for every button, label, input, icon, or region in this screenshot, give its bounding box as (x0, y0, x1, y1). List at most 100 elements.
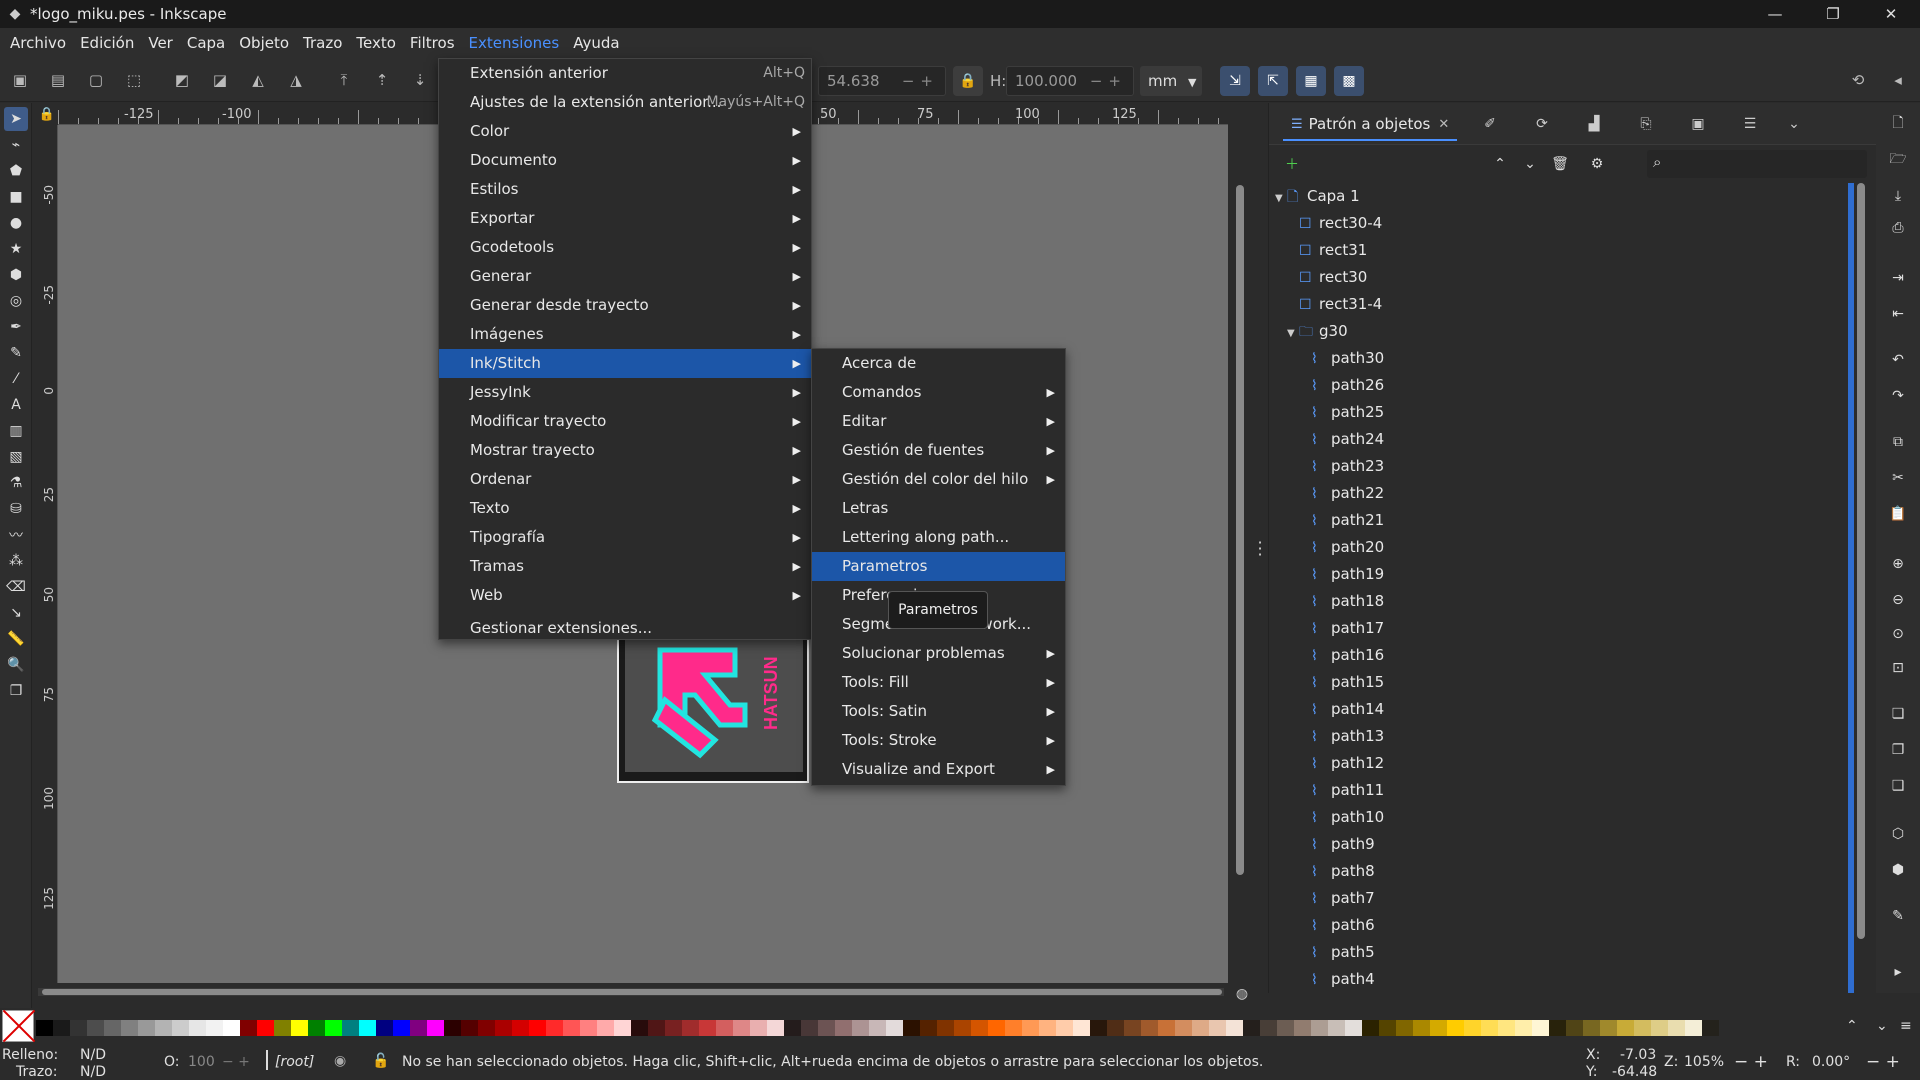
ellipse-tool-icon[interactable]: ● (4, 211, 28, 235)
color-swatch[interactable] (1073, 1020, 1090, 1036)
tree-item-rect[interactable]: ☐ rect30-4 (1287, 210, 1382, 237)
extensions-menu-item[interactable]: Generar desde trayecto ▶ (439, 291, 811, 320)
tree-item-path[interactable]: ⌇ path15 (1299, 669, 1384, 696)
color-swatch[interactable] (1294, 1020, 1311, 1036)
color-swatch[interactable] (954, 1020, 971, 1036)
tree-item-path[interactable]: ⌇ path14 (1299, 696, 1384, 723)
color-swatch[interactable] (784, 1020, 801, 1036)
tree-item-path[interactable]: ⌇ path25 (1299, 399, 1384, 426)
pen-tool-icon[interactable]: ✒ (4, 315, 28, 339)
delete-icon[interactable]: 🗑 (1549, 153, 1571, 175)
ruler-lock-icon[interactable]: 🔒 (36, 103, 58, 125)
tree-item-rect[interactable]: ☐ rect30 (1287, 264, 1367, 291)
group-icon[interactable]: ⬡ (1887, 823, 1909, 845)
select-all-icon[interactable]: ▣ (8, 68, 32, 92)
transform-icon[interactable]: ⟳ (1531, 113, 1553, 135)
color-swatch[interactable] (886, 1020, 903, 1036)
color-swatch[interactable] (1311, 1020, 1328, 1036)
color-swatch[interactable] (1039, 1020, 1056, 1036)
embroidery-artwork[interactable]: HATSUN (617, 640, 809, 783)
zoom-center-icon[interactable]: ⊡ (1887, 657, 1909, 679)
select-all-layers-icon[interactable]: ▤ (46, 68, 70, 92)
redo-icon[interactable]: ↷ (1887, 385, 1909, 407)
text-tool-icon[interactable]: A (4, 393, 28, 417)
extensions-menu-item[interactable]: Estilos ▶ (439, 175, 811, 204)
color-swatch[interactable] (240, 1020, 257, 1036)
color-swatch[interactable] (869, 1020, 886, 1036)
rotation-stepper[interactable]: − + (1866, 1052, 1900, 1072)
color-swatch[interactable] (87, 1020, 104, 1036)
color-swatch[interactable] (325, 1020, 342, 1036)
color-swatch[interactable] (410, 1020, 427, 1036)
scale-stroke-button[interactable]: ⇲ (1220, 66, 1250, 96)
extensions-menu-item[interactable]: Gcodetools ▶ (439, 233, 811, 262)
color-swatch[interactable] (716, 1020, 733, 1036)
color-swatch[interactable] (444, 1020, 461, 1036)
layer-lock-icon[interactable]: 🔓 (372, 1053, 389, 1069)
cut-icon[interactable]: ✂ (1887, 467, 1909, 489)
tree-item-path[interactable]: ⌇ path20 (1299, 534, 1384, 561)
tree-item-path[interactable]: ⌇ path24 (1299, 426, 1384, 453)
color-swatch[interactable] (461, 1020, 478, 1036)
color-swatch[interactable] (682, 1020, 699, 1036)
align-icon[interactable]: ☰ (1739, 113, 1761, 135)
color-swatch[interactable] (1107, 1020, 1124, 1036)
duplicate-icon[interactable]: ❏ (1887, 703, 1909, 725)
unit-select[interactable]: mm ▼ (1140, 66, 1202, 96)
snap-menu-icon[interactable]: ◂ (1886, 68, 1910, 92)
inkstitch-menu-item[interactable]: Comandos ▶ (812, 378, 1065, 407)
color-swatch[interactable] (478, 1020, 495, 1036)
extensions-menu-item[interactable]: Documento ▶ (439, 146, 811, 175)
color-swatch[interactable] (767, 1020, 784, 1036)
color-swatch[interactable] (1515, 1020, 1532, 1036)
menu-extensiones[interactable]: Extensiones (463, 30, 566, 56)
color-swatch[interactable] (359, 1020, 376, 1036)
extensions-menu-item[interactable]: Mostrar trayecto ▶ (439, 436, 811, 465)
color-swatch[interactable] (1447, 1020, 1464, 1036)
color-swatch[interactable] (852, 1020, 869, 1036)
color-swatch[interactable] (546, 1020, 563, 1036)
color-swatch[interactable] (206, 1020, 223, 1036)
close-icon[interactable]: ✕ (1438, 117, 1449, 132)
tree-item-path[interactable]: ⌇ path16 (1299, 642, 1384, 669)
pencil-tool-icon[interactable]: ✎ (4, 341, 28, 365)
import-icon[interactable]: ⇥ (1887, 267, 1909, 289)
expander-icon[interactable]: ▼ (1275, 185, 1287, 212)
tree-item-path[interactable]: ⌇ path13 (1299, 723, 1384, 750)
color-swatch[interactable] (1005, 1020, 1022, 1036)
color-swatch[interactable] (750, 1020, 767, 1036)
inkstitch-menu-item[interactable]: Parametros (812, 552, 1065, 581)
color-swatch[interactable] (1209, 1020, 1226, 1036)
color-swatch[interactable] (1651, 1020, 1668, 1036)
flip-vertical-icon[interactable]: ◮ (284, 68, 308, 92)
color-swatch[interactable] (1396, 1020, 1413, 1036)
color-swatch[interactable] (1634, 1020, 1651, 1036)
menu-trazo[interactable]: Trazo (297, 30, 348, 56)
extensions-menu-item[interactable]: Ajustes de la extensión anterior... Mayús… (439, 88, 811, 117)
color-swatch[interactable] (597, 1020, 614, 1036)
tree-item-path[interactable]: ⌇ path21 (1299, 507, 1384, 534)
color-swatch[interactable] (1566, 1020, 1583, 1036)
move-down-icon[interactable]: ⌄ (1519, 153, 1541, 175)
color-swatch[interactable] (1379, 1020, 1396, 1036)
color-swatch[interactable] (665, 1020, 682, 1036)
zoom-tool-icon[interactable]: 🔍 (4, 653, 28, 677)
inkstitch-menu-item[interactable]: Visualize and Export ▶ (812, 755, 1065, 784)
stroke-value[interactable]: N/D (80, 1064, 106, 1080)
color-swatch[interactable] (1277, 1020, 1294, 1036)
pages-tool-icon[interactable]: ❐ (4, 679, 28, 703)
clone-icon[interactable]: ❐ (1887, 739, 1909, 761)
spiral-tool-icon[interactable]: ◎ (4, 289, 28, 313)
color-swatch[interactable] (1022, 1020, 1039, 1036)
paste-icon[interactable]: 📋 (1887, 503, 1909, 525)
extensions-menu-item[interactable]: Color ▶ (439, 117, 811, 146)
color-swatch[interactable] (1481, 1020, 1498, 1036)
zoom-drawing-icon[interactable]: ⊖ (1887, 589, 1909, 611)
no-paint-swatch[interactable] (2, 1010, 34, 1042)
open-icon[interactable]: 🗁 (1887, 149, 1909, 171)
color-swatch[interactable] (53, 1020, 70, 1036)
shape-builder-icon[interactable]: ⬟ (4, 159, 28, 183)
color-swatch[interactable] (172, 1020, 189, 1036)
color-swatch[interactable] (1175, 1020, 1192, 1036)
paint-bucket-tool-icon[interactable]: ⛁ (4, 497, 28, 521)
